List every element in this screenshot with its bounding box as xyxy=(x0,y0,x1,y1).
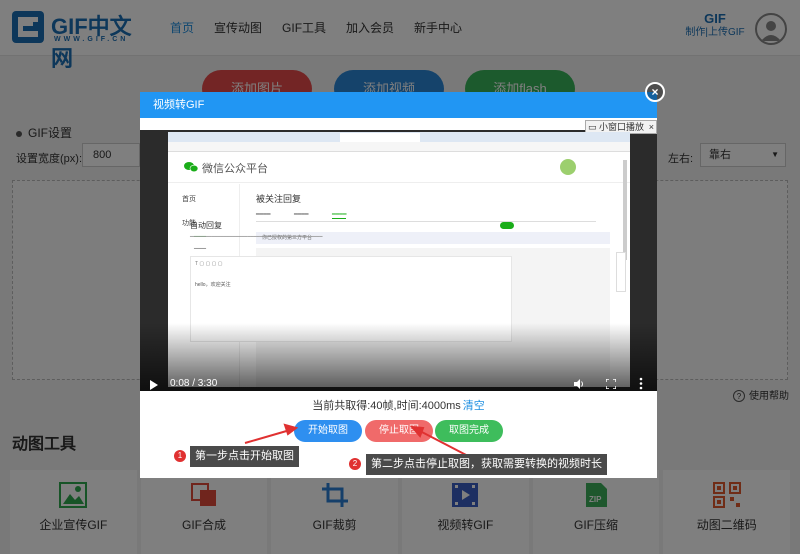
step2-number-badge: 2 xyxy=(349,458,361,470)
play-icon[interactable] xyxy=(150,380,158,390)
more-options-icon[interactable] xyxy=(639,377,643,390)
wechat-tab: ━━━━ xyxy=(256,212,271,218)
video-scrollbar xyxy=(623,160,627,260)
modal-close-button[interactable]: × xyxy=(645,82,665,102)
step1-callout: 第一步点击开始取图 xyxy=(190,446,299,467)
browser-tab xyxy=(228,133,308,142)
wechat-tab-active: ━━━━ xyxy=(332,212,347,219)
pip-icon: ▭ xyxy=(588,122,597,132)
volume-icon[interactable] xyxy=(573,378,585,390)
capture-done-button[interactable]: 取图完成 xyxy=(435,420,503,442)
video-side-tools xyxy=(616,252,626,292)
close-mini-icon[interactable]: × xyxy=(649,121,654,133)
wechat-user-avatar xyxy=(560,159,576,175)
browser-tab-active xyxy=(340,133,420,142)
frame-info-text: 当前共取得:40帧,时间:4000ms xyxy=(312,400,461,412)
modal-title: 视频转GIF xyxy=(140,92,657,118)
wechat-auto-reply: 自动回复 xyxy=(190,221,222,230)
start-capture-button[interactable]: 开始取图 xyxy=(294,420,362,442)
browser-address-bar xyxy=(168,142,630,152)
clear-link[interactable]: 清空 xyxy=(463,400,485,412)
wechat-tab: ━━━━ xyxy=(294,212,309,218)
stop-capture-button[interactable]: 停止取图 xyxy=(365,420,433,442)
wechat-page-title: 被关注回复 xyxy=(256,194,302,204)
step2-callout: 第二步点击停止取图，获取需要转换的视频时长 xyxy=(366,454,607,475)
wechat-desc: ━━━━━━━━━━━━━━━━━━━━━━━━━━━━━━━━━━━━━━━━… xyxy=(190,234,323,240)
mini-play-label: 小窗口播放 xyxy=(599,122,645,132)
video-to-gif-modal: 视频转GIF ▭ 小窗口播放 × 微信公众平台 首页 功能 ━━━━ ━━━━ … xyxy=(140,92,657,478)
wechat-side-sub: ━━━━ xyxy=(194,246,207,252)
wechat-toggle xyxy=(500,222,514,229)
wechat-tabs: ━━━━ ━━━━ ━━━━ xyxy=(256,210,596,222)
video-time: 0:08 / 3:30 xyxy=(170,378,218,389)
frame-info: 当前共取得:40帧,时间:4000ms 清空 xyxy=(140,397,657,413)
wechat-editor-line: hello，欢迎关注 xyxy=(195,282,231,288)
video-player[interactable]: ▭ 小窗口播放 × 微信公众平台 首页 功能 ━━━━ ━━━━ ━━━━ xyxy=(140,118,657,391)
wechat-editor-toolbar: T ▢ ▢ ▢ ▢ xyxy=(195,261,223,267)
wechat-platform-title: 微信公众平台 xyxy=(202,163,268,175)
browser-url xyxy=(288,143,488,151)
browser-tabs xyxy=(168,132,630,142)
browser-tab xyxy=(422,133,502,142)
step1-number-badge: 1 xyxy=(174,450,186,462)
fullscreen-icon[interactable] xyxy=(606,379,616,389)
video-top-strip xyxy=(140,118,657,130)
wechat-side-home: 首页 xyxy=(182,196,196,203)
wechat-header: 微信公众平台 xyxy=(168,153,630,183)
wechat-logo-icon xyxy=(184,162,198,173)
